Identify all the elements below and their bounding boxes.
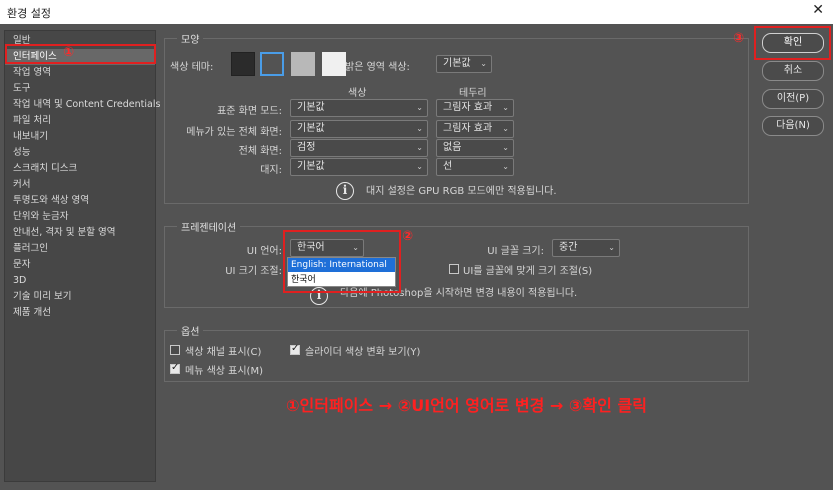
sidebar-item-units[interactable]: 단위와 눈금자: [5, 209, 155, 225]
sidebar-item-product-improvement[interactable]: 제품 개선: [5, 305, 155, 321]
chevron-down-icon: ⌄: [416, 162, 423, 171]
fullscreen-menu-color-dropdown[interactable]: 기본값 ⌄: [290, 120, 428, 138]
artboard-color-dropdown[interactable]: 기본값 ⌄: [290, 158, 428, 176]
dynamic-color-sliders-checkbox[interactable]: [290, 343, 300, 355]
color-theme-label: 색상 테마:: [170, 62, 214, 73]
dynamic-color-sliders-label: 슬라이더 색상 변화 보기(Y): [305, 347, 421, 358]
standard-screen-label: 표준 화면 모드:: [217, 106, 282, 117]
next-button[interactable]: 다음(N): [762, 116, 824, 136]
options-legend: 옵션: [177, 323, 204, 338]
dropdown-value: 없음: [443, 142, 462, 153]
dropdown-value: 선: [443, 161, 453, 172]
sidebar-item-type[interactable]: 문자: [5, 257, 155, 273]
show-menu-colors-label: 메뉴 색상 표시(M): [185, 366, 263, 377]
close-icon[interactable]: ✕: [812, 2, 824, 18]
dropdown-value: 검정: [297, 142, 316, 153]
theme-swatch-darkest[interactable]: [231, 52, 255, 76]
standard-screen-color-dropdown[interactable]: 기본값 ⌄: [290, 99, 428, 117]
annotation-marker-2: ②: [402, 229, 414, 244]
sidebar: 일반 인터페이스 작업 영역 도구 작업 내역 및 Content Creden…: [4, 30, 160, 482]
title-bar: 환경 설정 ✕: [0, 0, 833, 24]
chevron-down-icon: ⌄: [480, 59, 487, 68]
dropdown-value: 기본값: [297, 161, 325, 172]
theme-swatch-medium-light[interactable]: [291, 52, 315, 76]
highlight-color-dropdown[interactable]: 기본값 ⌄: [436, 55, 492, 73]
fullscreen-menu-label: 메뉴가 있는 전체 화면:: [186, 127, 282, 138]
dropdown-value: 기본값: [297, 123, 325, 134]
fullscreen-label: 전체 화면:: [238, 146, 282, 157]
sidebar-item-history[interactable]: 작업 내역 및 Content Credentials: [5, 97, 160, 113]
chevron-down-icon: ⌄: [416, 103, 423, 112]
sidebar-item-cursors[interactable]: 커서: [5, 177, 155, 193]
annotation-box-language: [283, 230, 401, 293]
show-menu-colors-checkbox[interactable]: [170, 362, 180, 374]
ui-scale-label: UI 크기 조절:: [225, 266, 282, 277]
sidebar-item-file-handling[interactable]: 파일 처리: [5, 113, 155, 129]
chevron-down-icon: ⌄: [502, 103, 509, 112]
sidebar-item-guides[interactable]: 안내선, 격자 및 분할 영역: [5, 225, 155, 241]
annotation-instruction: ①인터페이스 → ②UI언어 영어로 변경 → ③확인 클릭: [286, 396, 647, 415]
info-icon: i: [336, 182, 354, 200]
sidebar-item-tools[interactable]: 도구: [5, 81, 155, 97]
ui-language-label: UI 언어:: [246, 246, 282, 257]
ui-font-size-label: UI 글꼴 크기:: [487, 246, 544, 257]
artboard-border-dropdown[interactable]: 선 ⌄: [436, 158, 514, 176]
scale-to-font-label: UI를 글꼴에 맞게 크기 조절(S): [463, 266, 593, 277]
highlight-color-value: 기본값: [443, 58, 471, 69]
fullscreen-menu-border-dropdown[interactable]: 그림자 효과 ⌄: [436, 120, 514, 138]
chevron-down-icon: ⌄: [608, 243, 615, 252]
prev-button[interactable]: 이전(P): [762, 89, 824, 109]
column-header-border: 테두리: [459, 88, 487, 99]
show-channels-in-color-label: 색상 채널 표시(C): [185, 347, 262, 358]
fullscreen-border-dropdown[interactable]: 없음 ⌄: [436, 139, 514, 157]
dropdown-value: 그림자 효과: [443, 102, 493, 113]
sidebar-item-performance[interactable]: 성능: [5, 145, 155, 161]
chevron-down-icon: ⌄: [502, 162, 509, 171]
scale-to-font-checkbox[interactable]: [449, 264, 459, 274]
window-title: 환경 설정: [7, 7, 51, 20]
chevron-down-icon: ⌄: [502, 143, 509, 152]
standard-screen-border-dropdown[interactable]: 그림자 효과 ⌄: [436, 99, 514, 117]
presentation-legend: 프레젠테이션: [177, 219, 241, 234]
chevron-down-icon: ⌄: [502, 124, 509, 133]
sidebar-item-3d[interactable]: 3D: [5, 273, 155, 289]
sidebar-item-workspace[interactable]: 작업 영역: [5, 65, 155, 81]
theme-swatch-medium-dark[interactable]: [260, 52, 284, 76]
show-channels-in-color-checkbox[interactable]: [170, 345, 180, 355]
annotation-box-ok: [754, 26, 831, 60]
sidebar-item-scratch-disks[interactable]: 스크래치 디스크: [5, 161, 155, 177]
dropdown-value: 그림자 효과: [443, 123, 493, 134]
sidebar-item-transparency[interactable]: 투명도와 색상 영역: [5, 193, 155, 209]
fullscreen-color-dropdown[interactable]: 검정 ⌄: [290, 139, 428, 157]
artboard-label: 대지:: [260, 165, 282, 176]
chevron-down-icon: ⌄: [416, 143, 423, 152]
column-header-color: 색상: [348, 88, 367, 99]
dropdown-value: 기본값: [297, 102, 325, 113]
sidebar-item-export[interactable]: 내보내기: [5, 129, 155, 145]
chevron-down-icon: ⌄: [416, 124, 423, 133]
ui-font-size-value: 중간: [559, 242, 578, 253]
ui-font-size-dropdown[interactable]: 중간 ⌄: [552, 239, 620, 257]
annotation-marker-3: ③: [733, 31, 745, 46]
appearance-legend: 모양: [177, 31, 204, 46]
sidebar-item-plugins[interactable]: 플러그인: [5, 241, 155, 257]
annotation-marker-1: ①: [63, 45, 75, 60]
annotation-box-interface: [5, 44, 156, 64]
theme-swatch-lightest[interactable]: [322, 52, 346, 76]
cancel-button[interactable]: 취소: [762, 61, 824, 81]
artboard-note: 대지 설정은 GPU RGB 모드에만 적용됩니다.: [366, 186, 557, 197]
highlight-color-label: 밝은 영역 색상:: [345, 62, 410, 73]
sidebar-item-tech-previews[interactable]: 기술 미리 보기: [5, 289, 155, 305]
